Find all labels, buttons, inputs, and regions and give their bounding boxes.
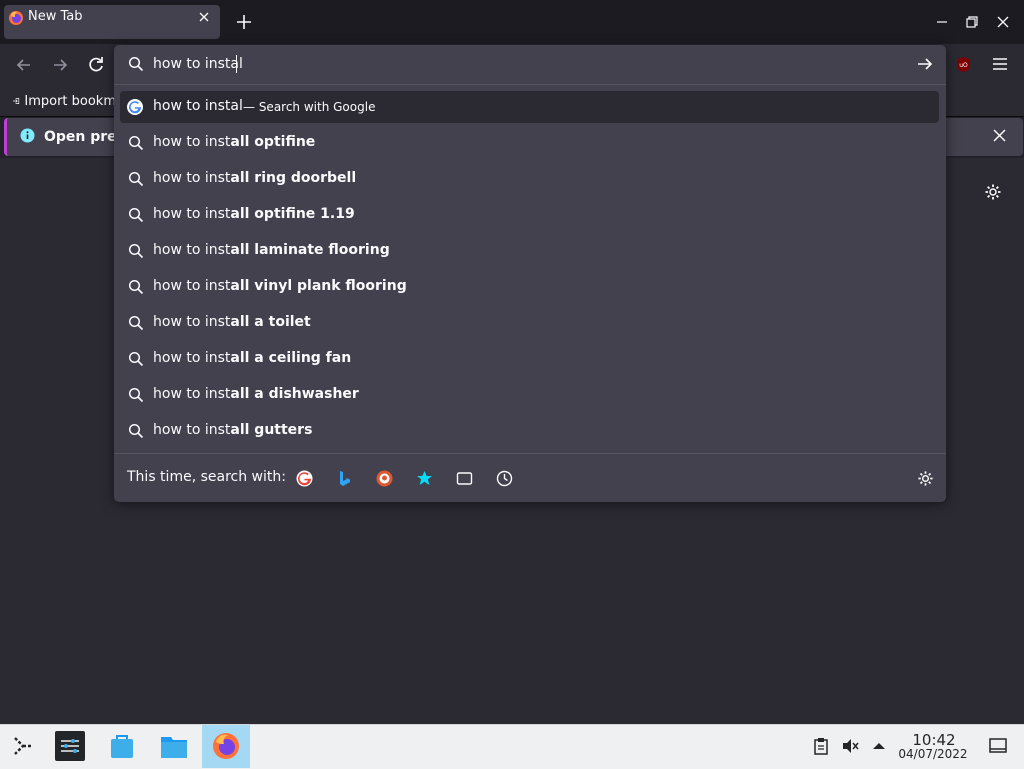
info-icon <box>20 128 35 143</box>
search-icon <box>128 387 144 403</box>
suggestion-tail: ilet <box>284 314 311 330</box>
history-clock-button[interactable] <box>496 470 513 487</box>
suggestion-row[interactable]: how to install a ceiling fan <box>120 341 939 377</box>
suggestion-row[interactable]: how to install a toilet <box>120 305 939 341</box>
discover-store-icon[interactable] <box>107 731 137 761</box>
search-icon <box>128 243 144 259</box>
clipboard-icon[interactable] <box>812 737 830 755</box>
suggestion-typed: how to inst <box>153 242 231 258</box>
settings-gear-icon[interactable] <box>984 183 1002 201</box>
suggestion-typed: how to inst <box>153 314 231 330</box>
ublock-origin-icon[interactable]: uO <box>955 56 972 73</box>
hamburger-menu-icon[interactable] <box>991 56 1009 72</box>
suggestion-row[interactable]: how to install optifine <box>120 125 939 161</box>
suggestion-completion: all optifine <box>230 134 316 150</box>
volume-muted-icon[interactable] <box>841 737 859 755</box>
url-input[interactable] <box>153 55 893 73</box>
suggestion-typed: how to inst <box>153 206 231 222</box>
suggestion-text: how to install laminate flooring <box>153 242 390 258</box>
firefox-taskbar-icon[interactable] <box>211 731 241 761</box>
heuristic-query: how to instal <box>153 98 243 114</box>
suggestion-row[interactable]: how to install ring doorbell <box>120 161 939 197</box>
back-icon[interactable] <box>14 55 34 75</box>
import-bookmarks-button[interactable]: Import bookm <box>12 93 116 109</box>
suggestion-completion: all optifine 1.19 <box>230 206 355 222</box>
suggestion-completion: all a to <box>230 314 285 330</box>
show-desktop-icon[interactable] <box>989 737 1007 755</box>
firefox-icon <box>9 11 23 25</box>
suggestion-text: how to install ring doorbell <box>153 170 356 186</box>
tabs-button[interactable] <box>456 470 473 487</box>
close-window-icon[interactable] <box>996 15 1010 29</box>
close-tab-icon[interactable] <box>196 9 212 25</box>
search-icon <box>128 315 144 331</box>
search-icon <box>128 423 144 439</box>
suggestion-text: how to install optifine <box>153 134 315 150</box>
close-notification-icon[interactable] <box>992 128 1007 143</box>
suggestion-text: how to install gutters <box>153 422 312 438</box>
heuristic-action: — Search with Google <box>243 100 376 114</box>
suggestion-typed: how to inst <box>153 422 231 438</box>
app-launcher-icon[interactable] <box>10 733 36 759</box>
taskbar <box>0 724 1024 769</box>
search-icon <box>128 171 144 187</box>
bookmarks-star-button[interactable] <box>416 470 433 487</box>
reload-icon[interactable] <box>86 55 106 75</box>
forward-icon[interactable] <box>50 55 70 75</box>
suggestion-completion: all a ceiling fan <box>230 350 352 366</box>
suggestion-typed: how to inst <box>153 170 231 186</box>
suggestion-text: how to install a ceiling fan <box>153 350 351 366</box>
suggestion-row[interactable]: how to install gutters <box>120 413 939 449</box>
suggestion-completion: all ring doorbell <box>230 170 357 186</box>
suggestion-typed: how to inst <box>153 386 231 402</box>
system-settings-icon[interactable] <box>55 731 85 761</box>
search-settings-icon[interactable] <box>917 470 934 487</box>
suggestion-typed: how to inst <box>153 278 231 294</box>
new-tab-button[interactable] <box>235 13 253 31</box>
suggestion-completion: all gutters <box>230 422 313 438</box>
google-icon <box>127 99 143 115</box>
google-engine-button[interactable] <box>296 470 313 487</box>
suggestion-completion: all a dishwasher <box>230 386 359 402</box>
go-arrow-icon[interactable] <box>916 55 934 73</box>
search-icon <box>128 207 144 223</box>
notification-text: Open previ <box>44 129 116 145</box>
suggestion-typed: how to inst <box>153 350 231 366</box>
suggestion-text: how to install a toilet <box>153 314 311 330</box>
restore-icon[interactable] <box>965 15 979 29</box>
suggestion-row[interactable]: how to install vinyl plank flooring <box>120 269 939 305</box>
suggestion-text: how to install optifine 1.19 <box>153 206 355 222</box>
import-icon <box>13 98 20 104</box>
suggestion-row[interactable]: how to install laminate flooring <box>120 233 939 269</box>
suggestion-completion: all laminate flooring <box>230 242 390 258</box>
tray-expand-icon[interactable] <box>872 740 886 752</box>
suggestion-text: how to install vinyl plank flooring <box>153 278 407 294</box>
suggestion-completion: all vinyl plank flooring <box>230 278 407 294</box>
suggestion-text: how to install a dishwasher <box>153 386 359 402</box>
tab-title: New Tab <box>28 9 83 24</box>
one-off-label: This time, search with: <box>127 469 286 485</box>
svg-text:uO: uO <box>959 62 968 69</box>
clock-date[interactable]: 04/07/2022 <box>896 747 970 761</box>
bing-engine-button[interactable] <box>336 470 353 487</box>
suggestion-row[interactable]: how to install a dishwasher <box>120 377 939 413</box>
search-icon <box>128 351 144 367</box>
duckduckgo-engine-button[interactable] <box>376 470 393 487</box>
minimize-icon[interactable] <box>935 15 949 29</box>
suggestion-typed: how to inst <box>153 134 231 150</box>
text-caret <box>236 55 237 73</box>
import-bookmarks-label: Import bookm <box>24 93 116 109</box>
file-manager-icon[interactable] <box>159 731 189 761</box>
search-icon <box>128 135 144 151</box>
search-icon <box>128 279 144 295</box>
search-icon <box>128 56 144 72</box>
suggestion-row[interactable]: how to install optifine 1.19 <box>120 197 939 233</box>
